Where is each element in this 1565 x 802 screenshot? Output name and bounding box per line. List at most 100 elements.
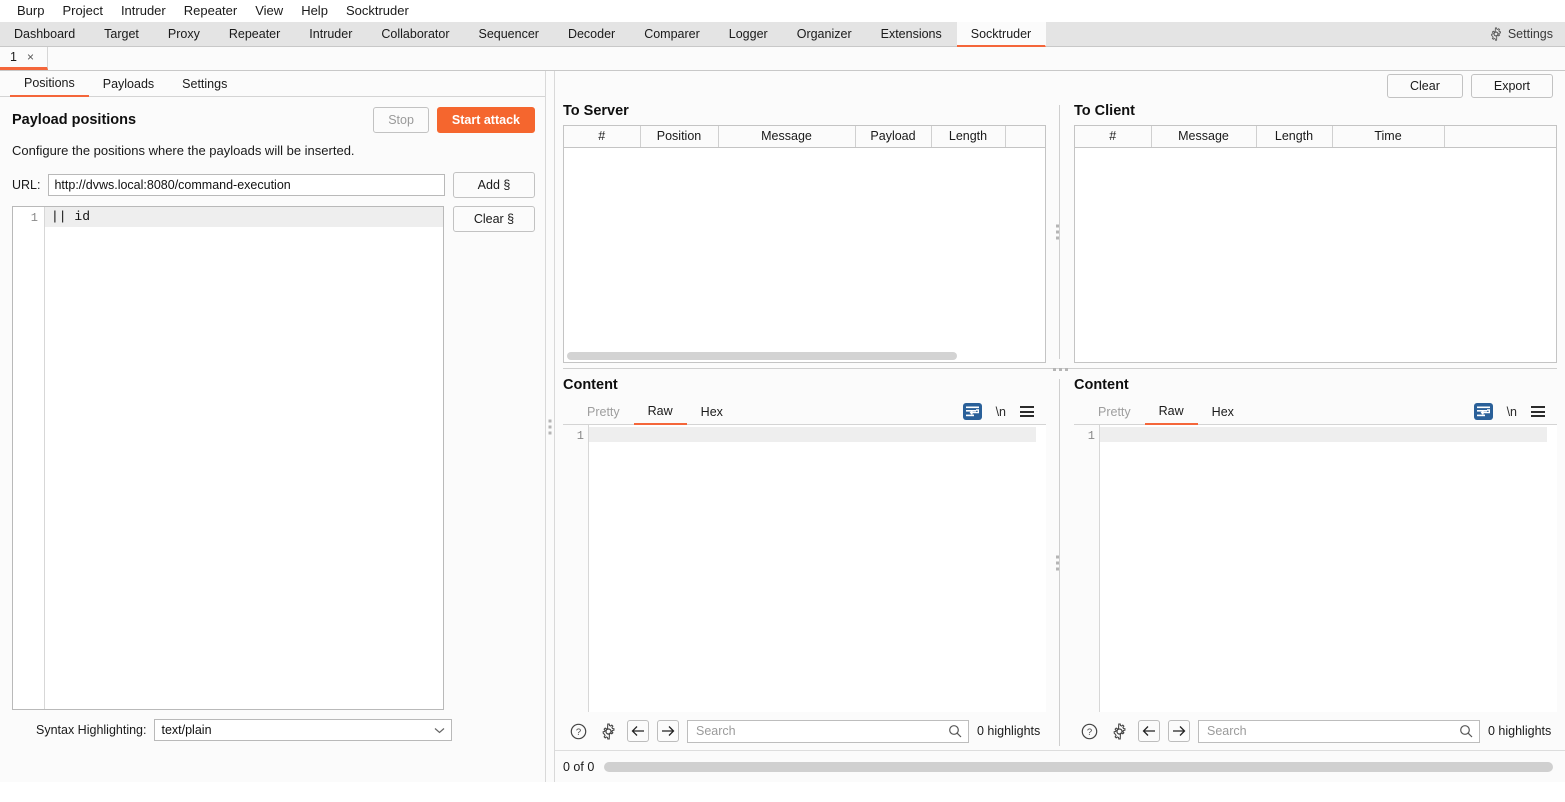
tab-proxy[interactable]: Proxy xyxy=(154,22,215,46)
help-circle-icon[interactable]: ? xyxy=(567,720,589,742)
editor-line-numbers: 1 xyxy=(1074,425,1100,712)
search-input[interactable] xyxy=(694,723,948,739)
highlights-count: 0 highlights xyxy=(977,724,1041,738)
tab-pretty[interactable]: Pretty xyxy=(1084,399,1145,424)
tab-hex[interactable]: Hex xyxy=(1198,399,1248,424)
editor-content[interactable] xyxy=(1100,425,1557,712)
to-client-rows[interactable] xyxy=(1075,147,1556,362)
help-circle-icon[interactable]: ? xyxy=(1078,720,1100,742)
menu-item-project[interactable]: Project xyxy=(53,0,111,22)
gear-icon xyxy=(1489,27,1503,41)
hamburger-menu-icon[interactable] xyxy=(1020,406,1034,417)
to-client-header-row: # Message Length Time xyxy=(1075,126,1556,148)
horizontal-scrollbar[interactable] xyxy=(604,761,1553,772)
magnifier-icon[interactable] xyxy=(1459,724,1473,738)
newline-icon[interactable]: \n xyxy=(1507,405,1517,419)
horizontal-splitter[interactable] xyxy=(555,363,1565,375)
search-field-wrapper[interactable] xyxy=(687,719,969,743)
column-header-position[interactable]: Position xyxy=(640,126,719,148)
tab-collaborator[interactable]: Collaborator xyxy=(367,22,464,46)
to-server-section: To Server # Position Message Payload Len… xyxy=(555,101,1054,363)
tab-socktruder[interactable]: Socktruder xyxy=(956,22,1047,47)
to-server-hscrollbar[interactable] xyxy=(564,350,1045,362)
search-field-wrapper[interactable] xyxy=(1198,719,1480,743)
column-header-spacer[interactable] xyxy=(1444,126,1556,148)
tab-dashboard[interactable]: Dashboard xyxy=(0,22,90,46)
export-button[interactable]: Export xyxy=(1470,74,1553,98)
editor-content[interactable]: || id xyxy=(45,207,443,709)
tab-logger[interactable]: Logger xyxy=(715,22,783,46)
arrow-right-icon[interactable] xyxy=(657,720,679,742)
stop-button[interactable]: Stop xyxy=(373,107,429,133)
url-input[interactable] xyxy=(48,174,445,196)
tab-repeater[interactable]: Repeater xyxy=(215,22,295,46)
menu-item-view[interactable]: View xyxy=(246,0,292,22)
tab-hex[interactable]: Hex xyxy=(687,399,737,424)
settings-button[interactable]: Settings xyxy=(1481,22,1565,46)
arrow-left-icon[interactable] xyxy=(627,720,649,742)
to-server-table[interactable]: # Position Message Payload Length xyxy=(563,125,1046,363)
tab-raw[interactable]: Raw xyxy=(1144,399,1198,425)
column-header-payload[interactable]: Payload xyxy=(855,126,932,148)
tab-pretty[interactable]: Pretty xyxy=(573,399,634,424)
menu-item-help[interactable]: Help xyxy=(292,0,337,22)
content-vertical-splitter[interactable] xyxy=(1054,375,1066,750)
menu-item-repeater[interactable]: Repeater xyxy=(175,0,246,22)
editor-content[interactable] xyxy=(589,425,1046,712)
column-header-time[interactable]: Time xyxy=(1332,126,1445,148)
column-header-index[interactable]: # xyxy=(564,126,641,148)
tab-extensions[interactable]: Extensions xyxy=(867,22,957,46)
add-section-button[interactable]: Add § xyxy=(453,172,535,198)
vertical-splitter[interactable] xyxy=(545,71,555,782)
clear-section-button[interactable]: Clear § xyxy=(453,206,535,232)
syntax-highlight-select[interactable]: text/plain xyxy=(154,719,453,741)
column-header-length[interactable]: Length xyxy=(931,126,1006,148)
content-left-editor[interactable]: 1 xyxy=(563,425,1046,712)
column-header-message[interactable]: Message xyxy=(1151,126,1257,148)
tab-payloads[interactable]: Payloads xyxy=(89,71,168,96)
gear-icon[interactable] xyxy=(597,720,619,742)
splitter-handle xyxy=(1052,367,1068,371)
menu-item-burp[interactable]: Burp xyxy=(8,0,53,22)
tab-raw[interactable]: Raw xyxy=(633,399,687,425)
hamburger-menu-icon[interactable] xyxy=(1531,406,1545,417)
close-icon[interactable]: × xyxy=(27,50,34,64)
attack-tab-strip: 1 × xyxy=(0,47,1565,71)
attack-tab-1[interactable]: 1 × xyxy=(0,47,48,70)
content-right-findbar: ? Search 0 highlights xyxy=(1074,712,1557,750)
panel-header: Payload positions Stop Start attack xyxy=(12,107,535,133)
word-wrap-icon[interactable] xyxy=(1473,403,1493,420)
word-wrap-icon[interactable] xyxy=(962,403,982,420)
to-client-grid: # Message Length Time xyxy=(1075,126,1556,148)
tables-vertical-splitter[interactable] xyxy=(1054,101,1066,363)
syntax-highlight-label: Syntax Highlighting: xyxy=(36,723,147,737)
column-header-length[interactable]: Length xyxy=(1256,126,1333,148)
search-input[interactable] xyxy=(1205,723,1459,739)
tab-comparer[interactable]: Comparer xyxy=(630,22,715,46)
tab-intruder[interactable]: Intruder xyxy=(295,22,367,46)
highlights-count: 0 highlights xyxy=(1488,724,1552,738)
gear-icon[interactable] xyxy=(1108,720,1130,742)
magnifier-icon[interactable] xyxy=(948,724,962,738)
to-client-table[interactable]: # Message Length Time xyxy=(1074,125,1557,363)
payload-editor[interactable]: 1 || id xyxy=(12,206,444,710)
arrow-left-icon[interactable] xyxy=(1138,720,1160,742)
tab-sequencer[interactable]: Sequencer xyxy=(464,22,553,46)
scrollbar-thumb[interactable] xyxy=(567,352,957,360)
to-server-rows[interactable] xyxy=(564,147,1045,350)
column-header-spacer[interactable] xyxy=(1005,126,1045,148)
tab-attack-settings[interactable]: Settings xyxy=(168,71,241,96)
menu-item-socktruder[interactable]: Socktruder xyxy=(337,0,418,22)
arrow-right-icon[interactable] xyxy=(1168,720,1190,742)
start-attack-button[interactable]: Start attack xyxy=(436,107,535,133)
menu-item-intruder[interactable]: Intruder xyxy=(112,0,175,22)
content-right-editor[interactable]: 1 xyxy=(1074,425,1557,712)
tab-target[interactable]: Target xyxy=(90,22,154,46)
tab-positions[interactable]: Positions xyxy=(10,71,89,97)
tab-organizer[interactable]: Organizer xyxy=(783,22,867,46)
column-header-index[interactable]: # xyxy=(1075,126,1152,148)
column-header-message[interactable]: Message xyxy=(718,126,856,148)
newline-icon[interactable]: \n xyxy=(996,405,1006,419)
tab-decoder[interactable]: Decoder xyxy=(554,22,630,46)
clear-button[interactable]: Clear xyxy=(1386,74,1463,98)
